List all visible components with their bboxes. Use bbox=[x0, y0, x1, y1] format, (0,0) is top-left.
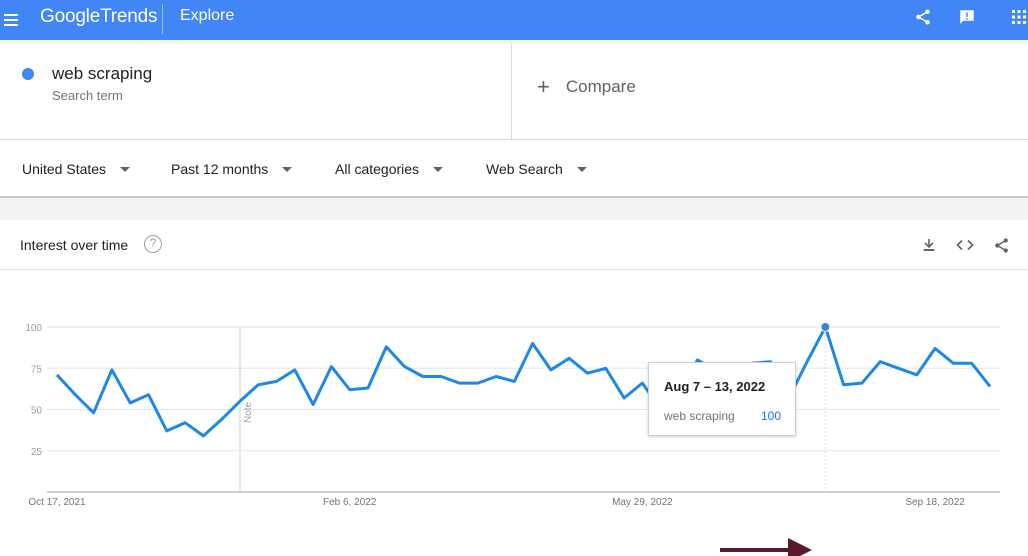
header-divider bbox=[162, 4, 163, 34]
data-point[interactable] bbox=[54, 372, 60, 378]
annotation-arrow-head bbox=[788, 538, 812, 556]
logo-trends-text: Trends bbox=[100, 6, 158, 27]
data-point[interactable] bbox=[896, 365, 902, 371]
share-icon[interactable] bbox=[912, 6, 934, 28]
data-point[interactable] bbox=[438, 374, 444, 380]
data-point[interactable] bbox=[292, 367, 298, 373]
data-point[interactable] bbox=[548, 367, 554, 373]
filter-search-type-label: Web Search bbox=[486, 161, 563, 177]
data-point[interactable] bbox=[255, 382, 261, 388]
interest-over-time-chart[interactable]: 25 50 75 100 Note Oct 17, 2021 Feb 6, 2022 Ma… bbox=[0, 270, 1028, 556]
data-point[interactable] bbox=[347, 387, 353, 393]
x-tick-label: Feb 6, 2022 bbox=[323, 497, 377, 508]
data-point[interactable] bbox=[511, 378, 517, 384]
chevron-down-icon bbox=[576, 166, 587, 172]
data-point[interactable] bbox=[987, 383, 993, 389]
tooltip-date: Aug 7 – 13, 2022 bbox=[664, 379, 766, 394]
filter-region[interactable]: United States bbox=[22, 161, 131, 177]
chevron-down-icon bbox=[282, 166, 293, 172]
note-label[interactable]: Note bbox=[243, 401, 254, 423]
data-point[interactable] bbox=[127, 400, 133, 406]
data-point[interactable] bbox=[603, 365, 609, 371]
data-point[interactable] bbox=[91, 410, 97, 416]
download-icon[interactable] bbox=[918, 234, 940, 256]
data-point[interactable] bbox=[109, 367, 115, 373]
y-tick-label: 75 bbox=[31, 364, 43, 375]
compare-label: Compare bbox=[565, 77, 636, 96]
x-tick-label: Oct 17, 2021 bbox=[28, 497, 86, 508]
data-point[interactable] bbox=[145, 392, 151, 398]
term-color-dot bbox=[22, 68, 34, 80]
top-app-bar: GoogleTrends Explore bbox=[0, 0, 1028, 40]
data-point[interactable] bbox=[310, 402, 316, 408]
data-point[interactable] bbox=[804, 359, 810, 365]
data-point[interactable] bbox=[950, 360, 956, 366]
search-terms-card: web scraping Search term + Compare bbox=[0, 44, 1028, 140]
x-tick-label: May 29, 2022 bbox=[612, 497, 673, 508]
data-point[interactable] bbox=[182, 420, 188, 426]
embed-icon[interactable] bbox=[954, 234, 976, 256]
search-term-type: Search term bbox=[52, 88, 123, 103]
tooltip-value: 100 bbox=[760, 409, 781, 423]
google-trends-logo[interactable]: GoogleTrends bbox=[40, 6, 158, 28]
series-line-web-scraping[interactable] bbox=[55, 325, 992, 438]
chart-tooltip: Aug 7 – 13, 2022 web scraping 100 bbox=[648, 362, 796, 436]
logo-google-text: Google bbox=[40, 6, 101, 27]
data-point[interactable] bbox=[493, 374, 499, 380]
data-point[interactable] bbox=[475, 380, 481, 386]
data-point[interactable] bbox=[456, 380, 462, 386]
y-tick-label: 25 bbox=[31, 447, 43, 458]
data-point[interactable] bbox=[530, 341, 536, 347]
data-point[interactable] bbox=[365, 385, 371, 391]
filter-search-type[interactable]: Web Search bbox=[486, 161, 587, 177]
filter-category-label: All categories bbox=[335, 161, 420, 177]
chevron-down-icon bbox=[433, 166, 444, 172]
data-point[interactable] bbox=[877, 359, 883, 365]
card-title: Interest over time bbox=[20, 237, 129, 253]
data-point[interactable] bbox=[859, 380, 865, 386]
search-term-name[interactable]: web scraping bbox=[52, 64, 152, 84]
data-point[interactable] bbox=[969, 360, 975, 366]
feedback-icon[interactable] bbox=[956, 6, 978, 28]
chevron-down-icon bbox=[120, 166, 131, 172]
plus-icon: + bbox=[537, 74, 550, 99]
data-point[interactable] bbox=[402, 364, 408, 370]
apps-icon[interactable] bbox=[1008, 6, 1028, 28]
y-tick-label: 100 bbox=[25, 323, 42, 334]
filters-bar: United States Past 12 months All categor… bbox=[0, 140, 1028, 198]
data-point[interactable] bbox=[639, 380, 645, 386]
compare-button[interactable]: + Compare bbox=[537, 74, 636, 100]
filter-region-label: United States bbox=[22, 161, 107, 177]
x-tick-label: Sep 18, 2022 bbox=[905, 497, 965, 508]
data-point[interactable] bbox=[932, 345, 938, 351]
share-icon[interactable] bbox=[990, 234, 1012, 256]
data-point[interactable] bbox=[328, 364, 334, 370]
data-point[interactable] bbox=[914, 372, 920, 378]
filter-time-label: Past 12 months bbox=[171, 161, 269, 177]
data-point[interactable] bbox=[621, 395, 627, 401]
filter-category[interactable]: All categories bbox=[335, 161, 444, 177]
data-point[interactable] bbox=[585, 370, 591, 376]
data-point[interactable] bbox=[841, 382, 847, 388]
help-icon[interactable]: ? bbox=[144, 235, 162, 253]
tooltip-term: web scraping bbox=[664, 409, 735, 423]
data-point[interactable] bbox=[200, 433, 206, 439]
card-header: Interest over time ? bbox=[0, 220, 1028, 270]
data-point[interactable] bbox=[164, 428, 170, 434]
data-point[interactable] bbox=[420, 374, 426, 380]
interest-over-time-card: Interest over time ? 25 50 75 100 Note Oct … bbox=[0, 220, 1028, 556]
highlight-point[interactable] bbox=[820, 322, 831, 332]
section-title: Explore bbox=[180, 7, 235, 24]
data-point[interactable] bbox=[383, 344, 389, 350]
search-term-box[interactable]: web scraping Search term bbox=[0, 44, 512, 140]
menu-icon[interactable] bbox=[4, 8, 20, 32]
data-point[interactable] bbox=[219, 416, 225, 422]
y-tick-label: 50 bbox=[31, 406, 43, 417]
filter-time-range[interactable]: Past 12 months bbox=[171, 161, 293, 177]
data-point[interactable] bbox=[237, 398, 243, 404]
data-point[interactable] bbox=[274, 378, 280, 384]
data-point[interactable] bbox=[72, 392, 78, 398]
data-point[interactable] bbox=[566, 355, 572, 361]
